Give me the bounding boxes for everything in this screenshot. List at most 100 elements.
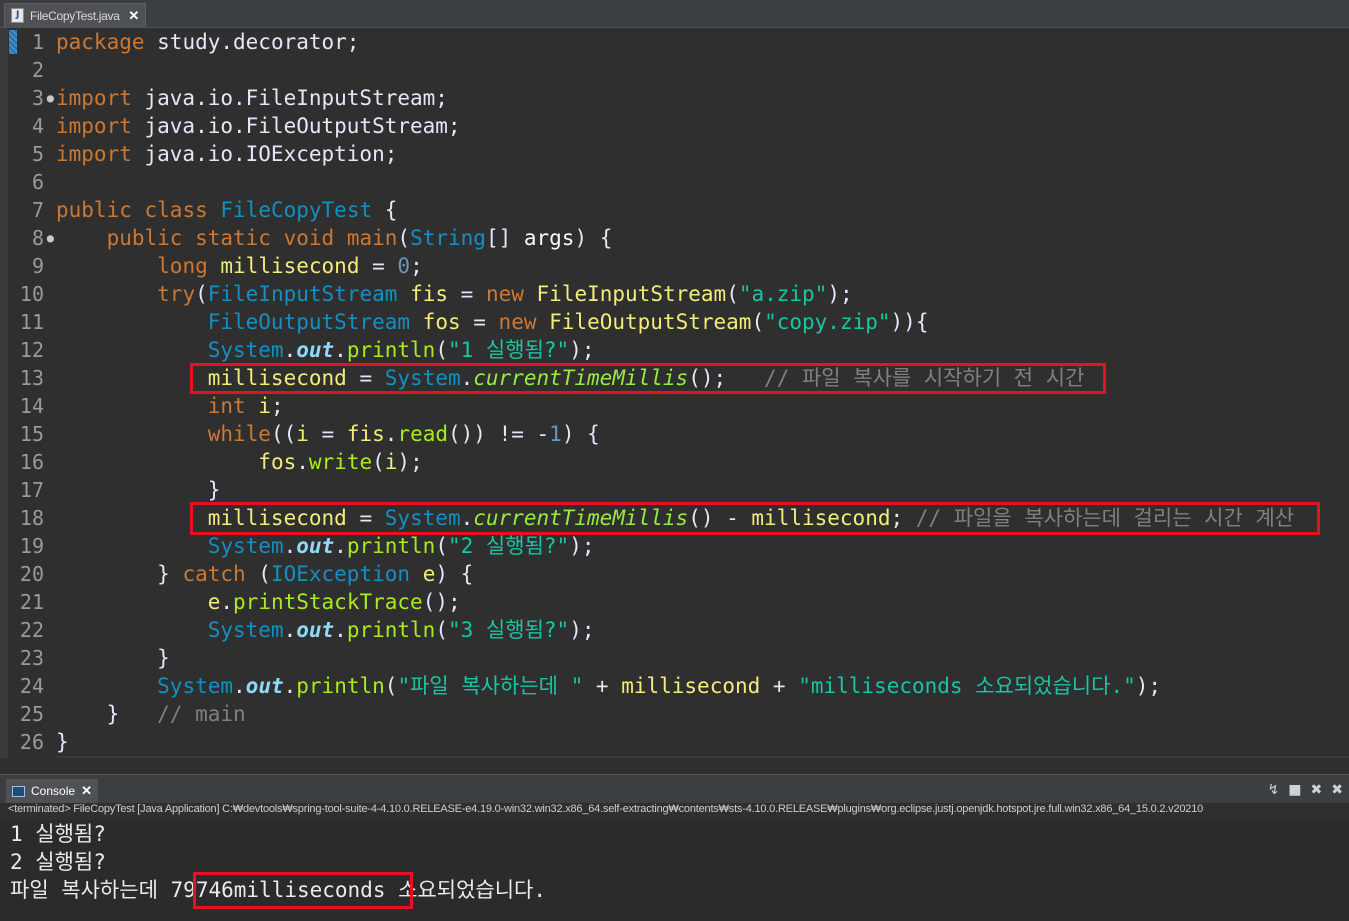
code-token: = [359,254,398,278]
code-line[interactable]: 24 System.out.println("파일 복사하는데 " + mill… [0,672,1294,700]
line-number: 17 [19,478,44,502]
close-icon[interactable]: ✕ [128,8,139,24]
code-token: ( [726,282,739,306]
java-file-icon: J [11,8,24,23]
code-text: } [44,728,69,756]
code-line[interactable]: 23 } [0,644,1294,672]
code-token: . [283,338,297,362]
remove-all-terminated-icon[interactable]: ✖ [1331,782,1343,798]
console-output[interactable]: 1 실행됨? 2 실행됨? 파일 복사하는데 79746milliseconds… [0,820,1349,921]
code-token: . [334,338,347,362]
code-line[interactable]: 8 ● public static void main(String[] args… [0,224,1294,252]
fold-icon[interactable]: ● [47,84,54,112]
code-token: } [56,646,170,670]
code-token: ( [384,674,398,698]
code-line[interactable]: 16 fos.write(i); [0,448,1294,476]
line-number: 19 [19,534,44,558]
code-line[interactable]: 2 [0,56,1294,84]
line-number: 14 [19,394,44,418]
code-line[interactable]: 4 import java.io.FileOutputStream; [0,112,1294,140]
highlight-box-line-18 [190,502,1320,535]
code-token: class [144,198,208,222]
code-token: import [56,114,132,138]
code-text: long millisecond = 0; [44,252,423,280]
code-token: System [207,618,284,642]
code-line[interactable]: 17 } [0,476,1294,504]
code-line[interactable]: 5 import java.io.IOException; [0,140,1294,168]
code-token: ( [195,282,208,306]
code-token: FileOutputStream [549,310,752,334]
code-line[interactable]: 25 } // main [0,700,1294,728]
terminate-icon[interactable]: ■ [1288,782,1301,798]
code-token: void [283,226,335,250]
code-line[interactable]: 10 try(FileInputStream fis = new FileInp… [0,280,1294,308]
code-line[interactable]: 26} [0,728,1294,756]
line-number: 3 ● [31,86,54,110]
code-token: } [56,702,158,726]
line-number: 22 [19,618,44,642]
console-toolbar: ↯ ■ ✖ ✖ [1268,782,1343,798]
code-text: public class FileCopyTest { [44,196,397,224]
close-icon[interactable]: ✕ [81,783,92,799]
code-token: . [334,618,347,642]
code-line[interactable]: 3 ● import java.io.FileInputStream; [0,84,1294,112]
line-number: 21 [19,590,44,614]
code-token: . [296,450,309,474]
code-token: System [157,674,234,698]
code-line[interactable]: 6 [0,168,1294,196]
code-line[interactable]: 7 public class FileCopyTest { [0,196,1294,224]
code-line[interactable]: 20 } catch (IOException e) { [0,560,1294,588]
code-line[interactable]: 14 int i; [0,392,1294,420]
code-token: ) { [561,422,600,446]
code-line[interactable]: 21 e.printStackTrace(); [0,588,1294,616]
console-view-bar: Console ✕ ↯ ■ ✖ ✖ [0,774,1349,803]
code-token: java.io.IOException; [131,142,398,166]
code-line[interactable]: 22 System.out.println("3 실행됨?"); [0,616,1294,644]
code-token: i [384,450,398,474]
code-token: fis [410,282,448,306]
editor-tab-filecopytest[interactable]: J FileCopyTest.java ✕ [4,3,146,27]
line-number: 9 [31,254,44,278]
code-token: static [195,226,271,250]
scroll-left-icon[interactable]: < [59,755,66,758]
line-number: 13 [19,366,44,390]
code-token: ) { [435,562,474,586]
code-token: java.io.FileInputStream; [131,86,448,110]
line-number: 1 [31,30,44,54]
code-line[interactable]: 1 package study.decorator; [0,28,1294,56]
code-line[interactable]: 19 System.out.println("2 실행됨?"); [0,532,1294,560]
code-token: FileCopyTest [220,198,373,222]
code-editor[interactable]: 1 package study.decorator; 2 3 ● import java.… [0,28,1349,758]
code-token: { [372,198,398,222]
tab-console[interactable]: Console ✕ [6,779,98,803]
console-icon [12,785,25,797]
code-line[interactable]: 9 long millisecond = 0; [0,252,1294,280]
code-text: import java.io.FileOutputStream; [44,112,461,140]
code-token: ); [569,534,595,558]
editor-tab-title: FileCopyTest.java [30,8,120,23]
line-number: 23 [19,646,44,670]
horizontal-scrollbar[interactable]: < [56,755,1349,758]
fold-icon[interactable]: ● [47,224,54,252]
line-number: 12 [19,338,44,362]
console-tab-label: Console [31,784,76,798]
code-line[interactable]: 11 FileOutputStream fos = new FileOutput… [0,308,1294,336]
code-line[interactable]: 15 while((i = fis.read()) != -1) { [0,420,1294,448]
code-token: import [56,86,132,110]
line-number: 11 [19,310,44,334]
relaunch-icon[interactable]: ↯ [1268,782,1280,798]
code-text: System.out.println("파일 복사하는데 " + millise… [44,672,1161,700]
remove-launch-icon[interactable]: ✖ [1311,782,1323,798]
editor-tab-bar: J FileCopyTest.java ✕ [0,0,1349,28]
code-token: i [296,422,309,446]
code-line[interactable]: 12 System.out.println("1 실행됨?"); [0,336,1294,364]
